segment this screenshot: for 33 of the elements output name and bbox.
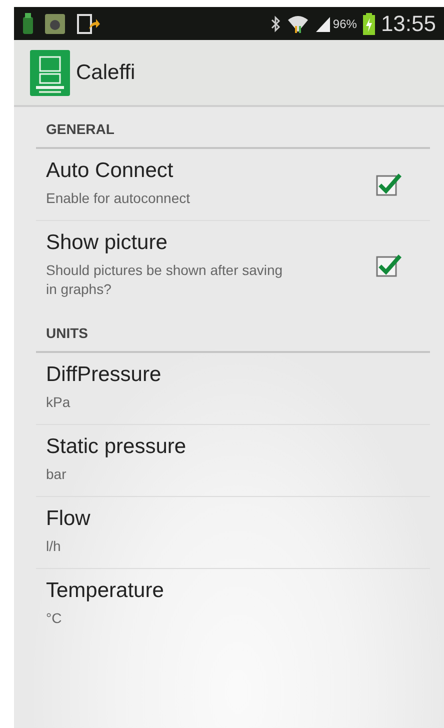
bluetooth-icon — [270, 14, 281, 32]
preference-summary: l/h — [46, 537, 62, 556]
preference-item[interactable]: Flow l/h — [36, 497, 430, 568]
signal-icon — [314, 14, 331, 32]
device-icon — [22, 12, 34, 34]
app-title: Caleffi — [76, 60, 136, 84]
preference-title: Temperature — [46, 579, 165, 603]
checkbox[interactable] — [376, 253, 402, 277]
preference-item[interactable]: Show picture Should pictures be shown after saving in graphs? — [36, 221, 430, 311]
preference-summary: °C — [46, 609, 63, 628]
preference-title: DiffPressure — [46, 363, 162, 387]
file-export-icon — [76, 12, 100, 34]
section-header: UNITS — [45, 324, 89, 343]
preference-summary: Should pictures be shown after saving in graphs? — [46, 261, 284, 299]
preference-item[interactable]: Auto Connect Enable for autoconnect — [36, 149, 430, 220]
clock: 13:55 — [380, 10, 436, 36]
section-header: GENERAL — [45, 120, 116, 139]
battery-percent: 96% — [332, 16, 357, 30]
preference-title: Flow — [46, 507, 92, 531]
wifi-icon — [286, 14, 309, 34]
battery-charging-icon — [362, 12, 375, 34]
preference-title: Show picture — [46, 231, 168, 255]
preference-summary: kPa — [46, 393, 72, 412]
image-icon — [44, 12, 66, 34]
preference-summary: bar — [46, 465, 68, 484]
preference-item[interactable]: DiffPressure kPa — [36, 353, 430, 424]
preference-title: Auto Connect — [46, 159, 174, 183]
preference-title: Static pressure — [46, 435, 188, 459]
preference-item[interactable]: Static pressure bar — [36, 425, 430, 496]
preference-item[interactable]: Temperature °C — [36, 569, 430, 640]
checkbox[interactable] — [376, 172, 402, 196]
app-logo-icon[interactable] — [30, 50, 70, 96]
preference-summary: Enable for autoconnect — [46, 189, 191, 208]
